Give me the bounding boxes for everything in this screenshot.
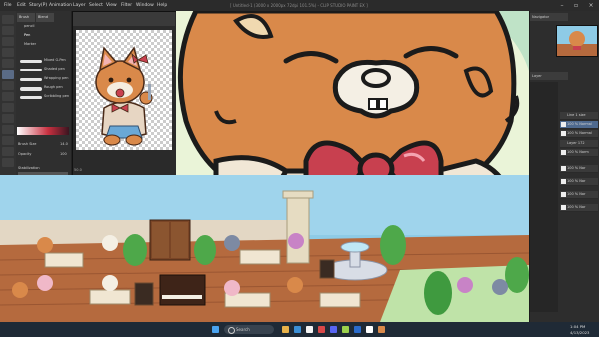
- menu-file[interactable]: File: [4, 0, 12, 11]
- layer-name: 100 % Nor: [567, 179, 586, 183]
- tab-blend[interactable]: Blend: [36, 13, 54, 22]
- brush-preview: [20, 69, 42, 71]
- brush-name[interactable]: Shaded pen: [44, 67, 65, 71]
- edge-icon[interactable]: [294, 326, 301, 333]
- menu-layer[interactable]: Layer: [73, 0, 86, 11]
- app-icon[interactable]: [354, 326, 361, 333]
- layer-thumbnail: [561, 131, 566, 136]
- ruler-tool-icon[interactable]: [2, 158, 14, 167]
- opacity-label: Opacity: [18, 152, 32, 156]
- move-tool-icon[interactable]: [2, 15, 14, 24]
- search-icon: [228, 327, 235, 334]
- brush-size-value[interactable]: 14.0: [60, 142, 68, 146]
- layer-name: Line 1 size: [567, 113, 586, 117]
- discord-icon[interactable]: [330, 326, 337, 333]
- layer-name: Layer 172: [567, 141, 585, 145]
- layer-name: 100 % Nor: [567, 205, 586, 209]
- pencil-tool-icon[interactable]: [2, 81, 14, 90]
- airbrush-tool-icon[interactable]: [2, 103, 14, 112]
- layer-name: 100 % Nor: [567, 166, 586, 170]
- tab-brush[interactable]: Brush: [17, 13, 35, 22]
- brush-preview: [20, 78, 42, 81]
- layer-name: 100 % Normal: [567, 131, 592, 135]
- navigator-thumbnail: [557, 31, 597, 56]
- subtool-pencil[interactable]: pencil: [24, 24, 34, 28]
- text-tool-icon[interactable]: [2, 147, 14, 156]
- clock-time[interactable]: 1:04 PM: [570, 324, 585, 329]
- clip-studio-icon[interactable]: [342, 326, 349, 333]
- layer-thumbnail: [561, 205, 566, 210]
- search-label: Search: [236, 327, 250, 332]
- menu-window[interactable]: Window: [136, 0, 154, 11]
- menu-select[interactable]: Select: [89, 0, 103, 11]
- start-icon[interactable]: [212, 326, 219, 333]
- brush-tool-icon[interactable]: [2, 92, 14, 101]
- menu-filter[interactable]: Filter: [121, 0, 132, 11]
- fill-tool-icon[interactable]: [2, 125, 14, 134]
- subtool-pen[interactable]: Pen: [24, 33, 30, 37]
- maximize-icon[interactable]: ▫: [569, 0, 583, 11]
- selection-tool-icon[interactable]: [2, 48, 14, 57]
- clock-date[interactable]: 4/13/2023: [570, 330, 589, 335]
- reference-canvas[interactable]: [76, 30, 172, 150]
- brush-name[interactable]: Mixed G-Pen: [44, 58, 66, 62]
- chrome-icon[interactable]: [366, 326, 373, 333]
- reference-zoom: 50.0: [74, 168, 82, 172]
- game-scene[interactable]: [0, 175, 529, 322]
- menu-animation[interactable]: Animation: [49, 0, 72, 11]
- menu-help[interactable]: Help: [157, 0, 167, 11]
- layer-thumbnail: [561, 166, 566, 171]
- game-icon[interactable]: [378, 326, 385, 333]
- brush-name[interactable]: Scribbling pen: [44, 94, 69, 98]
- brush-name[interactable]: Wrapping pen: [44, 76, 68, 80]
- zoom-tool-icon[interactable]: [2, 26, 14, 35]
- layer-name: 100 % Normal: [567, 122, 592, 126]
- eyedropper-tool-icon[interactable]: [2, 59, 14, 68]
- opacity-value[interactable]: 100: [60, 152, 67, 156]
- brush-preview: [20, 60, 42, 63]
- menu-edit[interactable]: Edit: [17, 0, 26, 11]
- brush-preview: [20, 87, 42, 91]
- navigator-preview[interactable]: [556, 25, 598, 57]
- operation-tool-icon[interactable]: [2, 37, 14, 46]
- layer-thumbnail: [561, 122, 566, 127]
- pen-tool-icon[interactable]: [2, 70, 14, 79]
- reference-toolbar: [73, 12, 175, 26]
- gradient-tool-icon[interactable]: [2, 136, 14, 145]
- brush-name[interactable]: Rough pen: [44, 85, 63, 89]
- menu-view[interactable]: View: [106, 0, 117, 11]
- tab-layer[interactable]: Layer: [530, 72, 568, 80]
- window-title: [ Untitled-1 (3000 x 2000px 72dpi 101.5%…: [230, 3, 368, 8]
- menu-story[interactable]: Story(P): [29, 0, 47, 11]
- minimize-icon[interactable]: –: [555, 0, 569, 11]
- file-explorer-icon[interactable]: [282, 326, 289, 333]
- layer-toolbar: [530, 82, 558, 312]
- color-slider[interactable]: [17, 127, 69, 135]
- brush-preview: [20, 96, 42, 99]
- layer-thumbnail: [561, 179, 566, 184]
- layer-thumbnail: [561, 192, 566, 197]
- layer-name: 100 % Nor: [567, 192, 586, 196]
- app-icon[interactable]: [318, 326, 325, 333]
- store-icon[interactable]: [306, 326, 313, 333]
- stabilization-label: Stabilization: [18, 166, 40, 170]
- subtool-marker[interactable]: Marker: [24, 42, 36, 46]
- brush-size-label: Brush Size: [18, 142, 37, 146]
- cafe-scene: [0, 175, 529, 322]
- layer-thumbnail: [561, 150, 566, 155]
- close-icon[interactable]: ×: [584, 0, 598, 11]
- reference-cat-image: [95, 46, 153, 146]
- tab-navigator[interactable]: Navigator: [530, 13, 568, 21]
- layer-name: 100 % Norm: [567, 150, 589, 154]
- eraser-tool-icon[interactable]: [2, 114, 14, 123]
